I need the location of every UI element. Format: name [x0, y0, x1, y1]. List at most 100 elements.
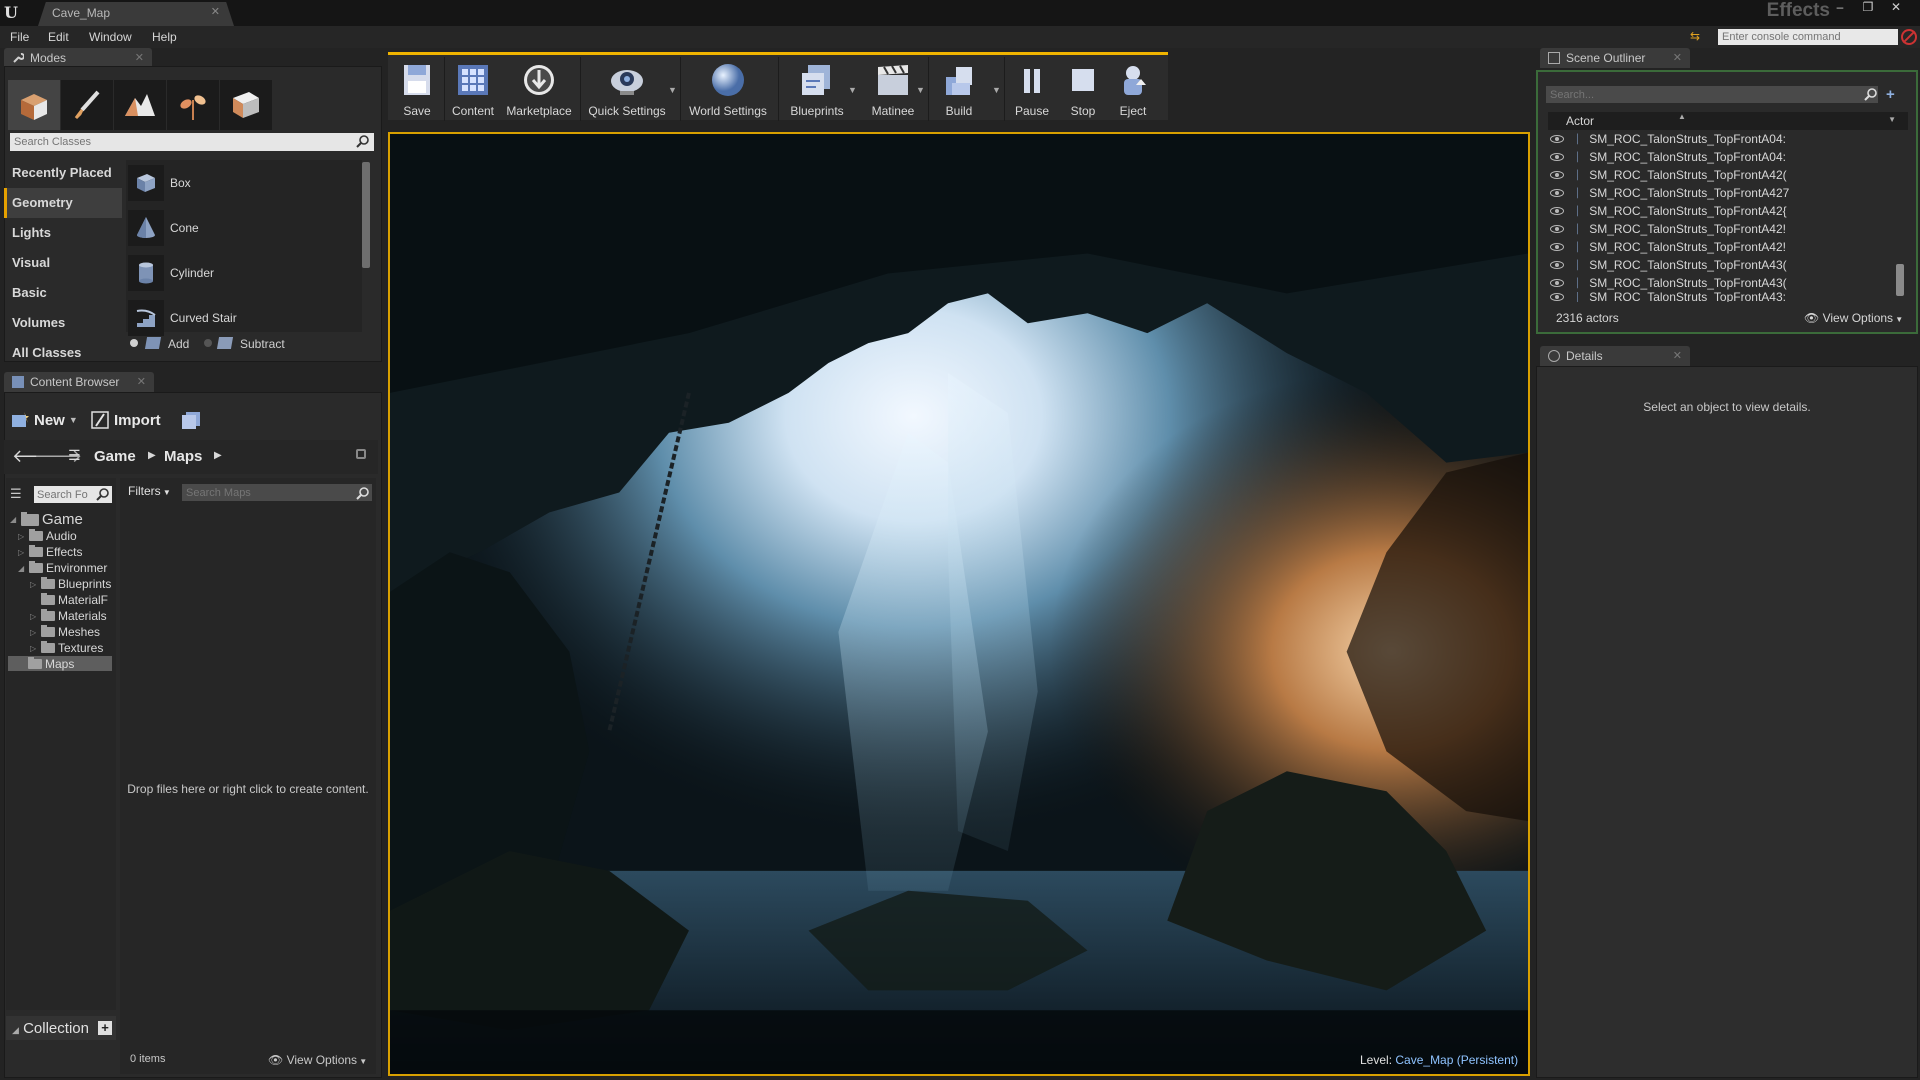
outliner-row[interactable]: ᛁ SM_ROC_TalonStruts_TopFrontA43( [1548, 256, 1900, 274]
outliner-row[interactable]: ᛁ SM_ROC_TalonStruts_TopFrontA42! [1548, 220, 1900, 238]
category-basic[interactable]: Basic [4, 278, 122, 308]
content-button[interactable]: Content [448, 61, 498, 119]
placeable-box[interactable]: Box [126, 160, 362, 205]
category-recently-placed[interactable]: Recently Placed [4, 158, 122, 188]
document-tab[interactable]: Cave_Map ✕ [38, 2, 234, 26]
collapse-arrow-icon[interactable]: ◢ [12, 1025, 19, 1035]
collections-header[interactable]: ◢ Collection + [6, 1016, 116, 1040]
paint-mode-button[interactable] [61, 80, 113, 130]
subtract-radio[interactable] [204, 339, 212, 347]
import-button[interactable]: Import [90, 408, 161, 432]
visibility-eye-icon[interactable] [1550, 261, 1564, 269]
visibility-eye-icon[interactable] [1550, 153, 1564, 161]
matinee-dropdown-icon[interactable]: ▼ [916, 85, 925, 95]
tree-item-environment[interactable]: ◢ Environmer [18, 561, 114, 575]
level-name[interactable]: Cave_Map (Persistent) [1395, 1053, 1518, 1067]
visibility-eye-icon[interactable] [1550, 293, 1564, 301]
close-tab-icon[interactable]: ✕ [211, 5, 220, 18]
tab-modes[interactable]: Modes ✕ [4, 48, 152, 68]
tree-item-effects[interactable]: ▷ Effects [18, 545, 82, 559]
blueprints-dropdown-icon[interactable]: ▼ [848, 85, 857, 95]
tree-item-audio[interactable]: ▷ Audio [18, 529, 77, 543]
outliner-view-options-button[interactable]: 👁 View Options ▼ [1804, 311, 1903, 325]
search-classes-input[interactable] [10, 133, 374, 151]
save-all-button[interactable] [180, 408, 202, 432]
breadcrumb-maps[interactable]: Maps [164, 448, 202, 465]
placeable-cylinder[interactable]: Cylinder [126, 250, 362, 295]
close-details-icon[interactable]: ✕ [1673, 349, 1682, 362]
tree-item-materialf[interactable]: MaterialF [30, 593, 114, 607]
console-command-input[interactable] [1718, 29, 1898, 45]
folder-search-icon[interactable] [96, 487, 110, 501]
breadcrumb-game[interactable]: Game [94, 448, 136, 465]
category-geometry[interactable]: Geometry [4, 188, 122, 218]
new-asset-button[interactable]: New ▼ [10, 408, 78, 432]
search-assets-icon[interactable] [356, 486, 370, 500]
blueprints-button[interactable]: Blueprints [784, 61, 850, 119]
restore-button[interactable]: ❐ [1854, 0, 1882, 16]
tree-item-maps[interactable]: Maps [8, 656, 112, 671]
visibility-eye-icon[interactable] [1550, 207, 1564, 215]
menu-edit[interactable]: Edit [48, 30, 69, 44]
close-modes-icon[interactable]: ✕ [135, 51, 144, 64]
placeable-curved-stair[interactable]: Curved Stair [126, 295, 362, 340]
outliner-row[interactable]: ᛁ SM_ROC_TalonStruts_TopFrontA43( [1548, 274, 1900, 292]
outliner-row[interactable]: ᛁ SM_ROC_TalonStruts_TopFrontA42{ [1548, 202, 1900, 220]
landscape-mode-button[interactable] [114, 80, 166, 130]
subtract-label[interactable]: Subtract [240, 337, 285, 351]
category-volumes[interactable]: Volumes [4, 308, 122, 338]
tab-content-browser[interactable]: Content Browser ✕ [4, 372, 154, 392]
category-lights[interactable]: Lights [4, 218, 122, 248]
quick-settings-dropdown-icon[interactable]: ▼ [668, 85, 677, 95]
expanded-arrow-icon[interactable]: ◢ [10, 515, 18, 524]
outliner-row[interactable]: ᛁ SM_ROC_TalonStruts_TopFrontA43: [1548, 292, 1900, 302]
collapsed-arrow-icon[interactable]: ▷ [18, 548, 26, 557]
visibility-eye-icon[interactable] [1550, 279, 1564, 287]
search-assets-input[interactable] [182, 484, 372, 501]
create-folder-icon[interactable]: + [1886, 86, 1902, 103]
foliage-mode-button[interactable] [167, 80, 219, 130]
tree-item-materials[interactable]: ▷ Materials [30, 609, 114, 623]
add-label[interactable]: Add [168, 337, 189, 351]
placeable-cone[interactable]: Cone [126, 205, 362, 250]
outliner-search-input[interactable] [1546, 86, 1878, 103]
breadcrumb-separator-icon[interactable]: ▶ [214, 450, 222, 461]
visibility-eye-icon[interactable] [1550, 135, 1564, 143]
expanded-arrow-icon[interactable]: ◢ [18, 564, 26, 573]
build-button[interactable]: Build [934, 61, 984, 119]
search-icon[interactable] [356, 134, 370, 148]
outliner-search-icon[interactable] [1864, 87, 1878, 101]
save-button[interactable]: Save [396, 61, 438, 119]
outliner-scrollbar[interactable] [1896, 264, 1904, 296]
sources-toggle-icon[interactable]: ☰ [10, 486, 22, 502]
filters-button[interactable]: Filters ▼ [128, 484, 171, 498]
geometry-edit-mode-button[interactable] [220, 80, 272, 130]
marketplace-button[interactable]: Marketplace [504, 61, 574, 119]
collapsed-arrow-icon[interactable]: ▷ [18, 532, 26, 541]
path-picker-icon[interactable]: ☰ [68, 447, 81, 464]
menu-help[interactable]: Help [152, 30, 177, 44]
collapsed-arrow-icon[interactable]: ▷ [30, 612, 38, 621]
outliner-row[interactable]: ᛁ SM_ROC_TalonStruts_TopFrontA42( [1548, 166, 1900, 184]
outliner-row[interactable]: ᛁ SM_ROC_TalonStruts_TopFrontA42! [1548, 238, 1900, 256]
close-window-button[interactable]: ✕ [1882, 0, 1910, 16]
outliner-row[interactable]: ᛁ SM_ROC_TalonStruts_TopFrontA04: [1548, 148, 1900, 166]
world-settings-button[interactable]: World Settings [686, 61, 770, 119]
collapsed-arrow-icon[interactable]: ▷ [30, 628, 38, 637]
collapsed-arrow-icon[interactable]: ▷ [30, 644, 38, 653]
column-options-icon[interactable]: ▼ [1888, 115, 1896, 124]
asset-view-options-button[interactable]: 👁 View Options ▼ [268, 1053, 367, 1067]
eject-button[interactable]: Eject [1110, 61, 1156, 119]
tree-root-game[interactable]: ◢ Game [10, 511, 83, 528]
outliner-column-header[interactable]: Actor ▲ ▼ [1548, 112, 1908, 130]
menu-window[interactable]: Window [89, 30, 132, 44]
tree-item-blueprints[interactable]: ▷ Blueprints [30, 577, 114, 591]
visibility-eye-icon[interactable] [1550, 243, 1564, 251]
tab-scene-outliner[interactable]: Scene Outliner ✕ [1540, 48, 1690, 68]
outliner-row[interactable]: ᛁ SM_ROC_TalonStruts_TopFrontA427 [1548, 184, 1900, 202]
visibility-eye-icon[interactable] [1550, 225, 1564, 233]
asset-view[interactable] [120, 478, 376, 1074]
matinee-button[interactable]: Matinee [862, 61, 924, 119]
category-visual[interactable]: Visual [4, 248, 122, 278]
console-clear-icon[interactable] [1901, 29, 1917, 45]
